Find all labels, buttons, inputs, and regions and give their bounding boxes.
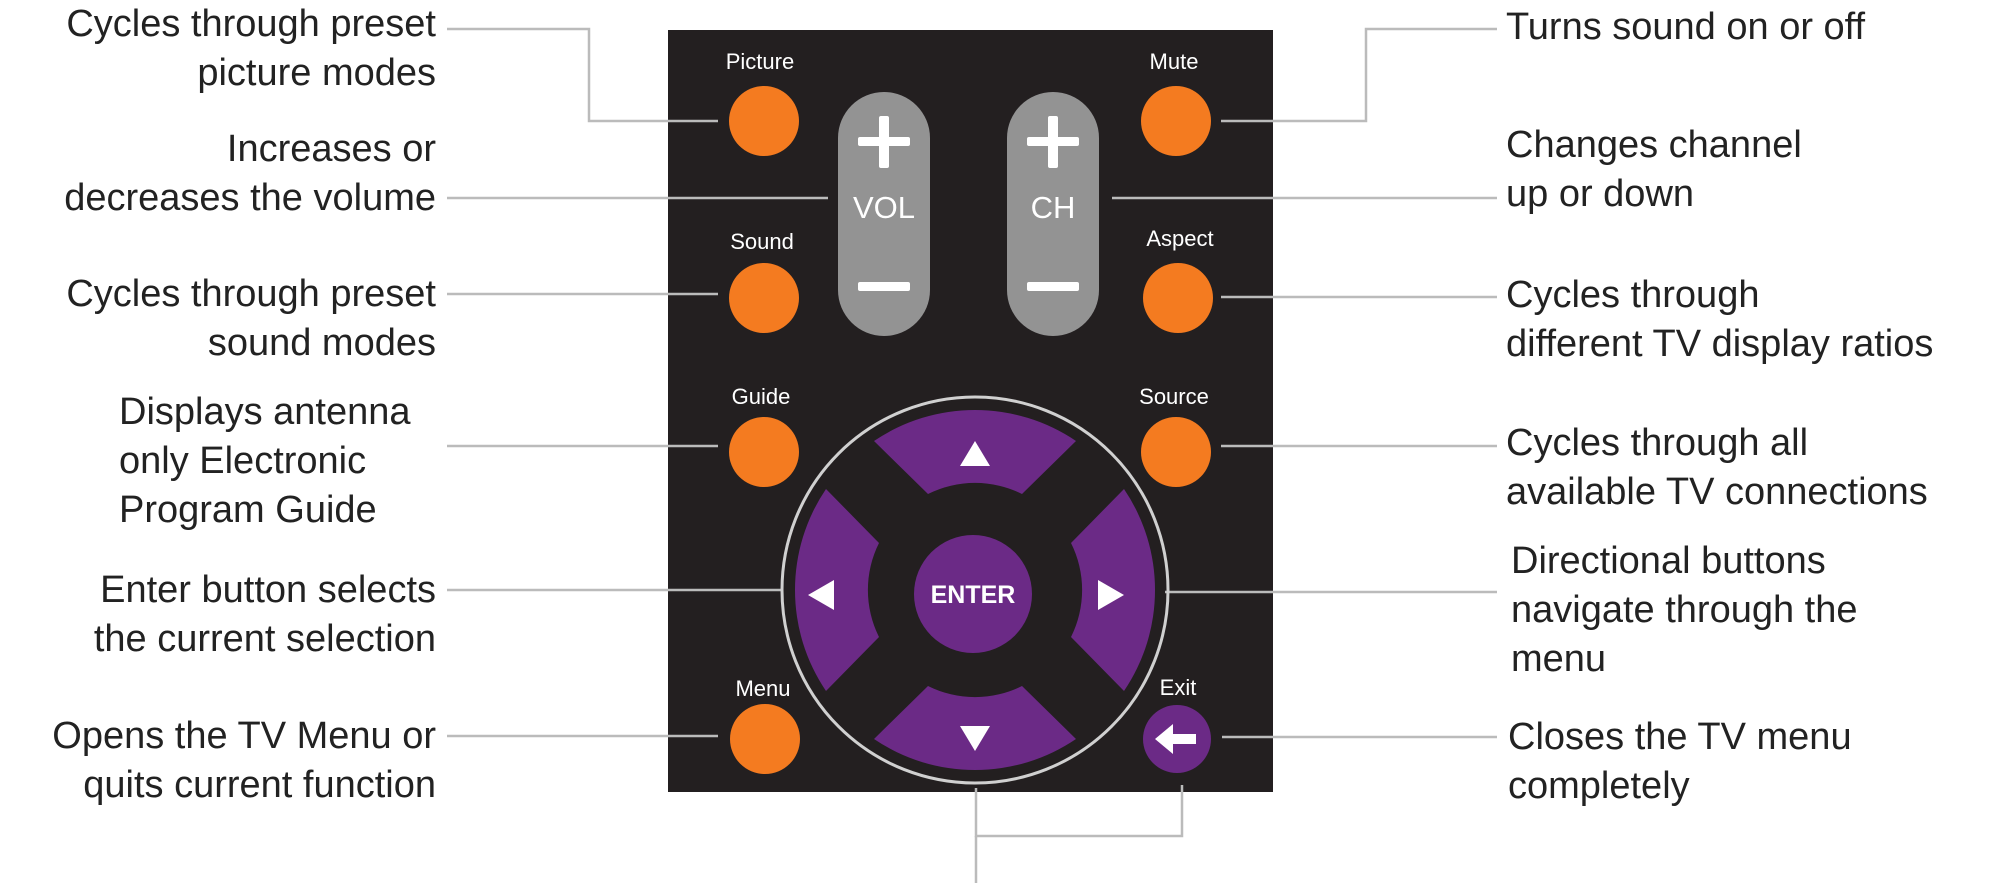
leader-bracket-bottom [974,785,1184,838]
enter-button-label: ENTER [931,581,1016,609]
leader-line-mute [1221,27,1497,123]
leader-line-picture [447,27,718,123]
dpad-left-button[interactable] [794,489,879,691]
